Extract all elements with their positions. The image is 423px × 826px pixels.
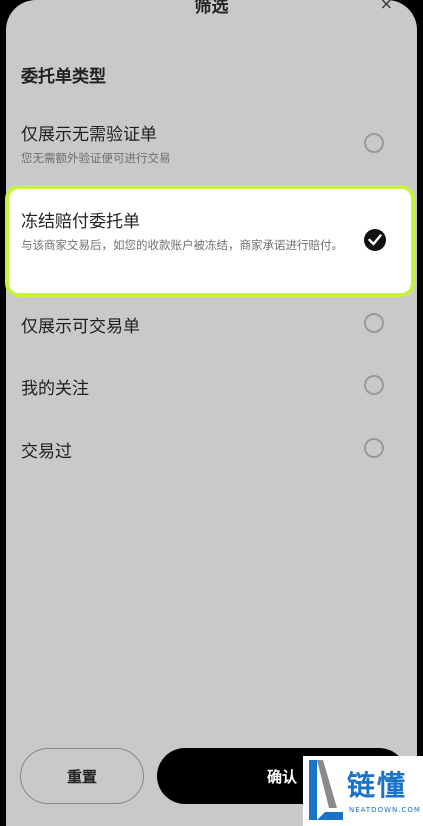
filter-sheet: 筛选 × 委托单类型 仅展示无需验证单 您无需额外验证便可进行交易 仅展示可交易… — [6, 0, 417, 826]
watermark-logo-icon — [309, 760, 343, 820]
checkmark-icon[interactable] — [364, 229, 386, 251]
radio-unchecked-icon[interactable] — [364, 313, 384, 333]
option-label: 冻结赔付委托单 — [21, 212, 140, 232]
option-description: 您无需额外验证便可进行交易 — [21, 151, 171, 165]
radio-unchecked-icon[interactable] — [364, 375, 384, 395]
radio-unchecked-icon[interactable] — [364, 133, 384, 153]
option-tradable-only[interactable]: 仅展示可交易单 — [6, 312, 417, 338]
section-title-order-type: 委托单类型 — [21, 67, 106, 87]
option-traded-before[interactable]: 交易过 — [6, 437, 417, 463]
option-description: 与该商家交易后，如您的收款账户被冻结，商家承诺进行赔付。 — [21, 238, 343, 252]
watermark: 链懂 NEATDOWN.COM — [303, 756, 423, 826]
watermark-text: 链懂 — [347, 769, 408, 802]
reset-button[interactable]: 重置 — [20, 748, 144, 804]
option-no-verification[interactable]: 仅展示无需验证单 您无需额外验证便可进行交易 — [6, 120, 417, 180]
option-label: 仅展示无需验证单 — [21, 125, 157, 145]
option-label: 我的关注 — [21, 379, 89, 399]
option-freeze-compensation[interactable]: 冻结赔付委托单 与该商家交易后，如您的收款账户被冻结，商家承诺进行赔付。 — [5, 185, 415, 297]
close-icon[interactable]: × — [380, 0, 393, 13]
option-label: 仅展示可交易单 — [21, 317, 140, 337]
radio-unchecked-icon[interactable] — [364, 438, 384, 458]
option-label: 交易过 — [21, 442, 72, 462]
watermark-subtext: NEATDOWN.COM — [349, 806, 421, 814]
option-following[interactable]: 我的关注 — [6, 374, 417, 400]
sheet-title: 筛选 — [194, 0, 229, 17]
